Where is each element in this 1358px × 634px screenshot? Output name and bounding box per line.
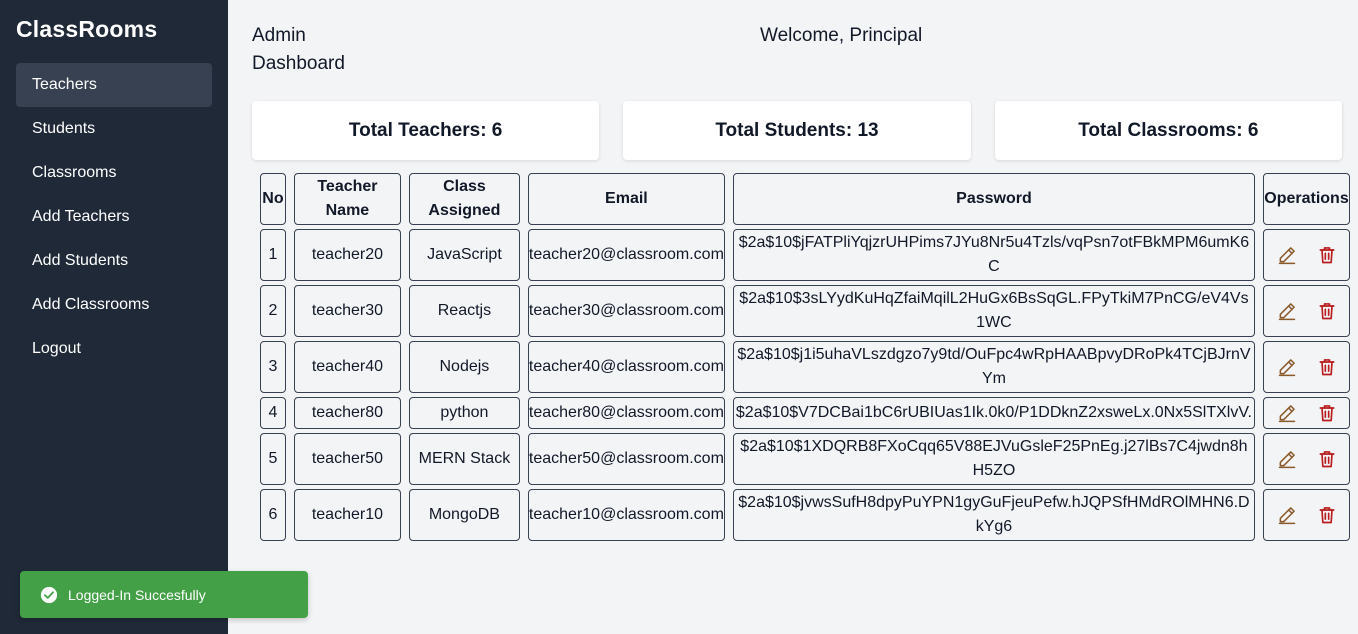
cell-no: 3	[260, 341, 286, 393]
sidebar-item-students[interactable]: Students	[16, 107, 212, 151]
cell-no: 4	[260, 397, 286, 429]
brand-logo[interactable]: ClassRooms	[16, 16, 212, 43]
sidebar-item-classrooms[interactable]: Classrooms	[16, 151, 212, 195]
cell-teacher-name: teacher10	[293, 489, 401, 541]
cell-class-assigned: MERN Stack	[408, 433, 520, 485]
welcome-message: Welcome, Principal	[760, 25, 923, 46]
edit-icon[interactable]	[1276, 402, 1298, 424]
table-row: 3 teacher40 Nodejs teacher40@classroom.com $…	[260, 341, 1350, 393]
cell-email: teacher30@classroom.com	[527, 285, 725, 337]
main-content: Admin Dashboard Welcome, Principal Total…	[228, 0, 1358, 634]
total-teachers-card: Total Teachers: 6	[252, 101, 600, 160]
delete-icon[interactable]	[1316, 244, 1338, 266]
cell-operations	[1263, 229, 1350, 281]
check-circle-icon	[40, 586, 58, 603]
cell-teacher-name: teacher30	[293, 285, 401, 337]
header-password: Password	[732, 173, 1255, 225]
cell-operations	[1263, 285, 1350, 337]
cell-operations	[1263, 397, 1350, 429]
sidebar-item-logout[interactable]: Logout	[16, 327, 212, 371]
cell-operations	[1263, 341, 1350, 393]
header-no: No	[260, 173, 286, 225]
edit-icon[interactable]	[1276, 448, 1298, 470]
cell-teacher-name: teacher50	[293, 433, 401, 485]
table-body: 1 teacher20 JavaScript teacher20@classroom.…	[260, 229, 1350, 541]
cell-no: 1	[260, 229, 286, 281]
cell-no: 5	[260, 433, 286, 485]
cell-email: teacher50@classroom.com	[527, 433, 725, 485]
sidebar-nav: Teachers Students Classrooms Add Teacher…	[16, 63, 212, 371]
table-header-row: No Teacher Name Class Assigned Email Pas…	[260, 173, 1350, 225]
cell-teacher-name: teacher80	[293, 397, 401, 429]
stats-row: Total Teachers: 6 Total Students: 13 Tot…	[252, 101, 1342, 160]
sidebar-item-add-students[interactable]: Add Students	[16, 239, 212, 283]
cell-teacher-name: teacher40	[293, 341, 401, 393]
toast-notification[interactable]: Logged-In Succesfully	[20, 571, 308, 618]
total-students-card: Total Students: 13	[623, 101, 971, 160]
header-email: Email	[527, 173, 725, 225]
cell-password: $2a$10$3sLYydKuHqZfaiMqilL2HuGx6BsSqGL.F…	[732, 285, 1255, 337]
table-row: 1 teacher20 JavaScript teacher20@classroom.…	[260, 229, 1350, 281]
delete-icon[interactable]	[1316, 504, 1338, 526]
toast-message: Logged-In Succesfully	[68, 586, 206, 603]
cell-password: $2a$10$j1i5uhaVLszdgzo7y9td/OuFpc4wRpHAA…	[732, 341, 1255, 393]
edit-icon[interactable]	[1276, 244, 1298, 266]
cell-operations	[1263, 489, 1350, 541]
cell-email: teacher20@classroom.com	[527, 229, 725, 281]
cell-email: teacher80@classroom.com	[527, 397, 725, 429]
table-row: 5 teacher50 MERN Stack teacher50@classroom.…	[260, 433, 1350, 485]
sidebar-item-add-teachers[interactable]: Add Teachers	[16, 195, 212, 239]
cell-class-assigned: python	[408, 397, 520, 429]
edit-icon[interactable]	[1276, 504, 1298, 526]
table-row: 6 teacher10 MongoDB teacher10@classroom.com…	[260, 489, 1350, 541]
header-class-assigned: Class Assigned	[408, 173, 520, 225]
page-title: Admin Dashboard	[252, 25, 345, 74]
header-operations: Operations	[1263, 173, 1350, 225]
cell-class-assigned: MongoDB	[408, 489, 520, 541]
edit-icon[interactable]	[1276, 300, 1298, 322]
cell-email: teacher40@classroom.com	[527, 341, 725, 393]
cell-class-assigned: Reactjs	[408, 285, 520, 337]
cell-class-assigned: JavaScript	[408, 229, 520, 281]
sidebar: ClassRooms Teachers Students Classrooms …	[0, 0, 228, 634]
header-teacher-name: Teacher Name	[293, 173, 401, 225]
sidebar-item-add-classrooms[interactable]: Add Classrooms	[16, 283, 212, 327]
cell-no: 2	[260, 285, 286, 337]
cell-password: $2a$10$V7DCBai1bC6rUBIUas1Ik.0k0/P1DDknZ…	[732, 397, 1255, 429]
total-classrooms-card: Total Classrooms: 6	[994, 101, 1342, 160]
table-row: 4 teacher80 python teacher80@classroom.com $…	[260, 397, 1350, 429]
teachers-table: No Teacher Name Class Assigned Email Pas…	[252, 169, 1358, 545]
cell-email: teacher10@classroom.com	[527, 489, 725, 541]
cell-password: $2a$10$jFATPliYqjzrUHPims7JYu8Nr5u4Tzls/…	[732, 229, 1255, 281]
edit-icon[interactable]	[1276, 356, 1298, 378]
delete-icon[interactable]	[1316, 300, 1338, 322]
delete-icon[interactable]	[1316, 448, 1338, 470]
table-row: 2 teacher30 Reactjs teacher30@classroom.com…	[260, 285, 1350, 337]
cell-class-assigned: Nodejs	[408, 341, 520, 393]
cell-teacher-name: teacher20	[293, 229, 401, 281]
cell-password: $2a$10$jvwsSufH8dpyPuYPN1gyGuFjeuPefw.hJ…	[732, 489, 1255, 541]
delete-icon[interactable]	[1316, 402, 1338, 424]
cell-password: $2a$10$1XDQRB8FXoCqq65V88EJVuGsleF25PnEg…	[732, 433, 1255, 485]
sidebar-item-teachers[interactable]: Teachers	[16, 63, 212, 107]
cell-operations	[1263, 433, 1350, 485]
delete-icon[interactable]	[1316, 356, 1338, 378]
cell-no: 6	[260, 489, 286, 541]
